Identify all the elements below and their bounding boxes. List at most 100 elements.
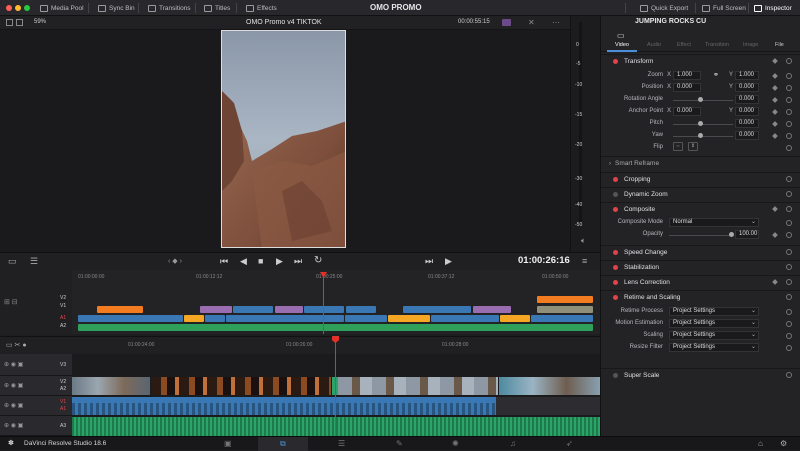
reset-icon[interactable] (786, 264, 792, 270)
timeline-clip[interactable] (97, 306, 143, 313)
lens-correction-section-header[interactable]: Lens Correction (601, 275, 800, 289)
reset-icon[interactable] (786, 279, 792, 285)
timeline-clip[interactable] (537, 296, 593, 303)
timeline-clip[interactable] (184, 315, 204, 322)
volume-icon[interactable]: 🔈︎ (581, 236, 586, 246)
reset-icon[interactable] (786, 191, 792, 197)
tab-audio[interactable]: Audio (647, 42, 661, 48)
tab-transition[interactable]: Transition (705, 42, 729, 48)
timeline-clip[interactable] (304, 306, 344, 313)
audio-waveform[interactable] (72, 403, 496, 415)
loop-icon[interactable]: ↻ (314, 255, 322, 266)
dynamic-zoom-section-header[interactable]: Dynamic Zoom (601, 187, 800, 201)
fairlight-page-icon[interactable]: ♫ (510, 439, 516, 448)
more-options-icon[interactable]: ⋯ (552, 18, 560, 27)
full-screen-button[interactable]: Full Screen (702, 3, 746, 13)
reset-icon[interactable] (786, 109, 792, 115)
position-x-field[interactable]: 0.000 (673, 83, 701, 92)
minimize-window-button[interactable] (15, 5, 21, 11)
reset-icon[interactable] (786, 249, 792, 255)
enable-toggle[interactable] (613, 192, 618, 197)
trim-mode-icon[interactable]: ☰ (30, 256, 38, 267)
cropping-section-header[interactable]: Cropping (601, 172, 800, 186)
reset-icon[interactable] (786, 176, 792, 182)
timeline-clip[interactable] (78, 315, 183, 322)
timeline-clip[interactable] (275, 306, 303, 313)
reset-icon[interactable] (786, 372, 792, 378)
audio-clip[interactable] (72, 417, 600, 436)
transform-section-header[interactable]: Transform (601, 54, 800, 68)
track-controls-icon[interactable]: ⊕ ◉ ▣ (4, 402, 23, 409)
retime-scaling-section-header[interactable]: Retime and Scaling (601, 290, 800, 304)
enable-toggle[interactable] (613, 250, 618, 255)
reset-icon[interactable] (786, 206, 792, 212)
enable-toggle[interactable] (613, 373, 618, 378)
flip-vertical-button[interactable]: ⇕ (688, 142, 698, 151)
tab-effect[interactable]: Effect (677, 42, 691, 48)
tab-file[interactable]: File (775, 42, 784, 48)
link-icon[interactable]: ⚭ (713, 71, 719, 79)
play-icon[interactable]: ▶ (276, 256, 283, 267)
color-page-icon[interactable]: ✺ (452, 439, 459, 448)
effects-button[interactable]: Effects (246, 3, 277, 13)
enable-toggle[interactable] (613, 295, 618, 300)
composite-mode-dropdown[interactable]: Normal (669, 218, 759, 227)
stop-icon[interactable]: ■ (258, 256, 263, 266)
timeline-options-icon[interactable]: ≡ (582, 256, 587, 266)
enable-toggle[interactable] (613, 177, 618, 182)
cut-page-icon[interactable]: ⧉ (280, 439, 286, 449)
track-controls-icon[interactable]: ⊕ ◉ ▣ (4, 422, 23, 429)
yaw-slider[interactable] (673, 136, 733, 137)
composite-section-header[interactable]: Composite (601, 202, 800, 216)
inspector-button[interactable]: Inspector (754, 3, 792, 13)
timeline-view-options-icon[interactable]: ▭ ✂ ● (6, 341, 27, 349)
previous-clip-icon[interactable]: ‹ ◆ › (168, 257, 182, 265)
deliver-page-icon[interactable]: ➶ (566, 439, 573, 448)
anchor-x-field[interactable]: 0.000 (673, 107, 701, 116)
resize-filter-dropdown[interactable]: Project Settings (669, 343, 759, 352)
zoom-dropdown[interactable]: 59% (34, 19, 46, 25)
go-to-start-icon[interactable]: ⏮ (220, 256, 228, 267)
enable-toggle[interactable] (613, 207, 618, 212)
pitch-slider[interactable] (673, 124, 733, 125)
home-icon[interactable]: ⌂ (758, 439, 763, 448)
timeline-clip[interactable] (233, 306, 273, 313)
reset-icon[interactable] (786, 309, 792, 315)
timeline-clip[interactable] (388, 315, 430, 322)
slider-knob[interactable] (729, 232, 734, 237)
timeline-clip[interactable] (345, 315, 387, 322)
position-y-field[interactable]: 0.000 (735, 83, 759, 92)
monitor-output-icon[interactable] (502, 19, 511, 26)
tab-image[interactable]: Image (743, 42, 758, 48)
audio-clip[interactable] (78, 324, 593, 331)
timeline-name-dropdown[interactable]: OMO Promo v4 TIKTOK (246, 19, 322, 26)
retime-process-dropdown[interactable]: Project Settings (669, 307, 759, 316)
close-window-button[interactable] (6, 5, 12, 11)
viewer-mode-icon[interactable] (16, 19, 23, 26)
transform-overlay-icon[interactable]: ✕ (528, 18, 535, 27)
playhead[interactable] (323, 272, 324, 334)
enable-toggle[interactable] (613, 59, 618, 64)
sync-bin-button[interactable]: Sync Bin (98, 3, 135, 13)
pitch-field[interactable]: 0.000 (735, 119, 759, 128)
reset-icon[interactable] (786, 73, 792, 79)
scaling-dropdown[interactable]: Project Settings (669, 331, 759, 340)
fusion-page-icon[interactable]: ✎ (396, 439, 403, 448)
speed-change-section-header[interactable]: Speed Change (601, 245, 800, 259)
enable-toggle[interactable] (613, 280, 618, 285)
keyframe-icon[interactable] (772, 97, 778, 103)
slider-knob[interactable] (698, 121, 703, 126)
reset-icon[interactable] (786, 333, 792, 339)
reset-icon[interactable] (786, 133, 792, 139)
video-clip-thumbnail[interactable] (72, 377, 150, 395)
slider-knob[interactable] (698, 97, 703, 102)
quick-export-button[interactable]: Quick Export (640, 3, 688, 13)
settings-icon[interactable]: ⚙ (780, 439, 787, 448)
opacity-slider[interactable] (669, 235, 733, 236)
mark-out-icon[interactable]: ▶ (445, 256, 452, 267)
keyframe-icon[interactable] (772, 232, 778, 238)
motion-estimation-dropdown[interactable]: Project Settings (669, 319, 759, 328)
timeline-clip[interactable] (537, 306, 593, 313)
track-controls-icon[interactable]: ⊕ ◉ ▣ (4, 382, 23, 389)
timeline-clip[interactable] (531, 315, 593, 322)
